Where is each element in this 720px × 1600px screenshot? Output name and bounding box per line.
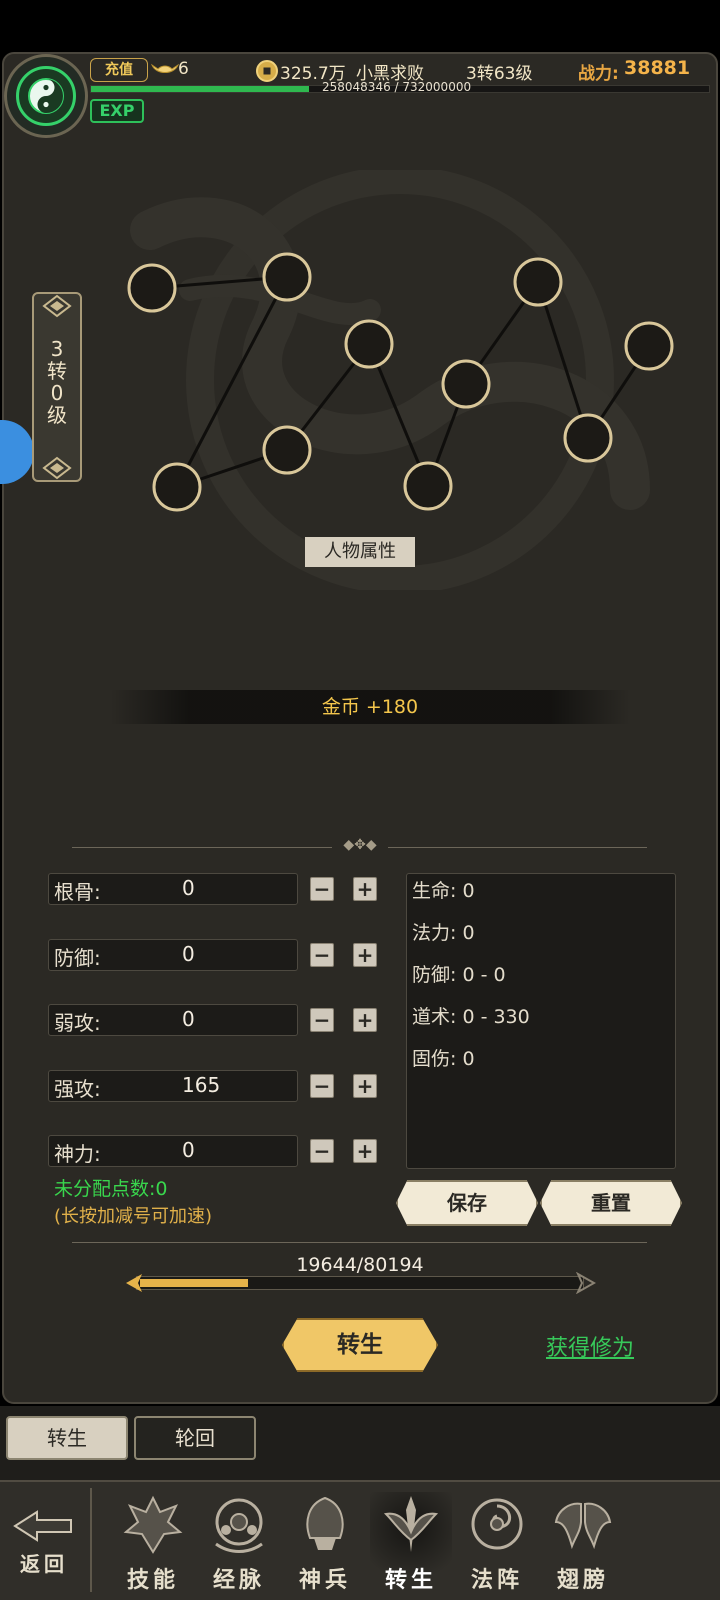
stat-value: 0 [182, 876, 195, 900]
nav-wings[interactable]: 翅膀 [542, 1492, 624, 1593]
nav-divine-weapon[interactable]: 神兵 [284, 1492, 366, 1593]
plus-button[interactable]: + [353, 877, 377, 901]
rebirth-node [262, 425, 312, 475]
progress-arrow-right [576, 1272, 596, 1294]
nav-label: 转生 [384, 1567, 437, 1593]
rebirth-node [441, 359, 491, 409]
nav-rebirth[interactable]: 转生 [370, 1492, 452, 1593]
back-button[interactable]: 返回 [4, 1508, 84, 1577]
rebirth-node [127, 263, 177, 313]
gain-cultivation-link[interactable]: 获得修为 [546, 1330, 634, 1362]
hold-hint: (长按加减号可加速) [54, 1206, 213, 1227]
save-button[interactable]: 保存 [396, 1180, 538, 1226]
rebirth-icon [383, 1496, 439, 1552]
divider-ornament: ◆✥◆ [332, 837, 388, 857]
plus-button[interactable]: + [353, 1074, 377, 1098]
power-value: 38881 [624, 57, 691, 79]
formation-icon [471, 1498, 523, 1550]
stat-value: 0 [182, 942, 195, 966]
rebirth-constellation [127, 252, 674, 512]
rebirth-node [152, 462, 202, 512]
derived-stat-mp: 法力: 0 [412, 922, 475, 944]
nav-formation[interactable]: 法阵 [456, 1492, 538, 1593]
rebirth-node [624, 321, 674, 371]
nav-label: 法阵 [470, 1567, 523, 1593]
back-label: 返回 [20, 1552, 68, 1576]
progress-arrow-left [126, 1274, 142, 1292]
nav-skills[interactable]: 技能 [112, 1492, 194, 1593]
player-level: 3转63级 [466, 64, 533, 84]
rebirth-button[interactable]: 转生 [282, 1318, 438, 1372]
stat-name: 防御: [54, 946, 101, 970]
exp-badge: EXP [90, 99, 144, 123]
nav-label: 翅膀 [556, 1567, 609, 1593]
unassigned-points: 未分配点数:0 [54, 1178, 168, 1200]
plus-button[interactable]: + [353, 1008, 377, 1032]
ingot-count: 6 [178, 59, 189, 79]
coin-icon [256, 60, 278, 82]
recharge-button[interactable]: 充值 [90, 58, 148, 82]
rebirth-node [403, 461, 453, 511]
wings-icon [554, 1502, 612, 1550]
nav-meridian[interactable]: 经脉 [198, 1492, 280, 1593]
minus-button[interactable]: − [310, 1008, 334, 1032]
stat-value: 0 [182, 1007, 195, 1031]
subtab-rebirth[interactable]: 转生 [6, 1416, 128, 1460]
minus-button[interactable]: − [310, 1074, 334, 1098]
back-arrow-icon [13, 1510, 72, 1542]
minus-button[interactable]: − [310, 943, 334, 967]
reward-text: 金币 +180 [110, 690, 630, 724]
cultivation-progress-text: 19644/80194 [296, 1254, 424, 1276]
nav-label: 技能 [126, 1567, 179, 1593]
nav-label: 经脉 [212, 1567, 265, 1593]
cultivation-progress-fill [140, 1279, 248, 1287]
status-bar [0, 0, 720, 52]
plus-button[interactable]: + [353, 1139, 377, 1163]
skills-icon [123, 1495, 183, 1554]
minus-button[interactable]: − [310, 877, 334, 901]
taiji-icon[interactable] [16, 66, 76, 126]
rebirth-node [563, 413, 613, 463]
derived-stat-defense: 防御: 0 - 0 [412, 964, 506, 986]
reset-button[interactable]: 重置 [540, 1180, 682, 1226]
rebirth-node [513, 257, 563, 307]
derived-stat-taoism: 道术: 0 - 330 [412, 1006, 530, 1028]
derived-stat-fixed-damage: 固伤: 0 [412, 1048, 475, 1070]
nav-separator [90, 1488, 92, 1592]
stat-name: 神力: [54, 1142, 101, 1166]
section-divider [72, 1242, 647, 1243]
meridian-icon [215, 1498, 263, 1553]
stat-value: 0 [182, 1138, 195, 1162]
subtab-reincarnation[interactable]: 轮回 [134, 1416, 256, 1460]
rebirth-node [262, 252, 312, 302]
character-attributes-label[interactable]: 人物属性 [305, 537, 415, 567]
exp-text: 258048346 / 732000000 [322, 80, 472, 94]
exp-bar-fill [91, 86, 309, 92]
stat-name: 弱攻: [54, 1011, 101, 1035]
minus-button[interactable]: − [310, 1139, 334, 1163]
gold-ingot-icon [150, 63, 180, 73]
power-label: 战力: [578, 64, 619, 84]
stat-name: 强攻: [54, 1077, 101, 1101]
derived-stat-hp: 生命: 0 [412, 880, 475, 902]
divine-weapon-icon [306, 1496, 344, 1550]
rebirth-node [344, 319, 394, 369]
plus-button[interactable]: + [353, 943, 377, 967]
nav-label: 神兵 [298, 1567, 351, 1593]
stat-name: 根骨: [54, 880, 101, 904]
stat-value: 165 [182, 1073, 221, 1097]
